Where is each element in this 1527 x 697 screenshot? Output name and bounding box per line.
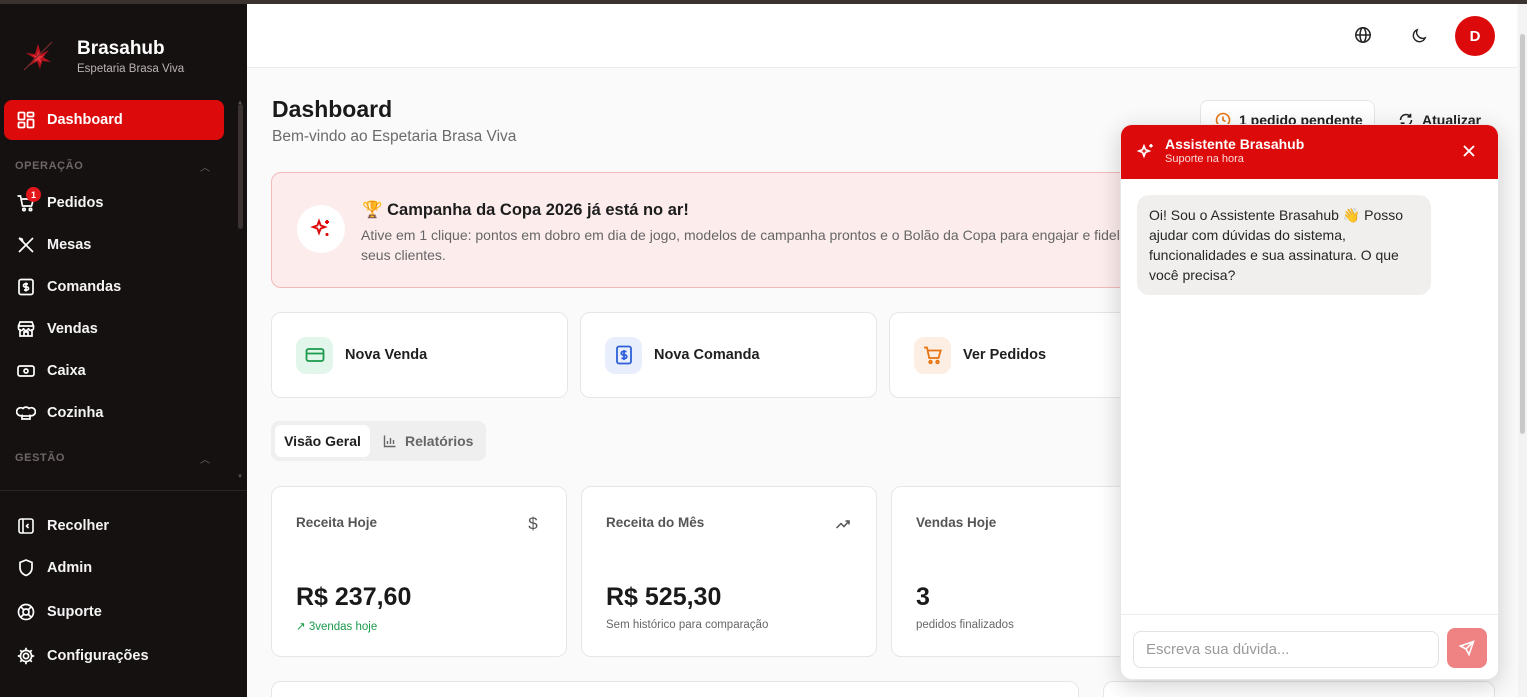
gear-icon: [16, 646, 36, 666]
sidebar-item-dashboard[interactable]: Dashboard: [4, 100, 224, 140]
sidebar-item-admin[interactable]: Admin: [4, 550, 224, 586]
page-title: Dashboard: [272, 96, 393, 122]
sidebar-item-label: Configurações: [47, 648, 149, 664]
sidebar-item-vendas[interactable]: Vendas: [4, 311, 224, 347]
sidebar-item-label: Dashboard: [47, 112, 123, 128]
stat-label: Receita Hoje: [296, 515, 378, 530]
sidebar-item-cozinha[interactable]: Cozinha: [4, 395, 224, 431]
sidebar-item-label: Mesas: [47, 237, 92, 253]
chef-hat-icon: [16, 403, 36, 423]
trending-up-icon: [834, 515, 852, 533]
quick-action-label: Ver Pedidos: [963, 347, 1047, 363]
utensils-icon: [16, 235, 36, 255]
stat-card-receita-hoje: Receita Hoje $ R$ 237,60 ↗ 3vendas hoje: [271, 486, 567, 657]
sidebar-item-suporte[interactable]: Suporte: [4, 594, 224, 630]
tab-visao-geral[interactable]: Visão Geral: [275, 425, 370, 457]
shield-icon: [16, 558, 36, 578]
section-label-gestao: GESTÃO: [15, 452, 66, 464]
section-label-operacao: OPERAÇÃO: [15, 160, 84, 172]
sidebar-item-label: Comandas: [47, 279, 122, 295]
chat-header: Assistente Brasahub Suporte na hora: [1121, 125, 1498, 179]
tab-label: Relatórios: [405, 433, 474, 449]
scroll-up-arrow-icon[interactable]: ▲: [237, 100, 243, 106]
scrollbar-thumb[interactable]: [1520, 34, 1525, 434]
assistant-message-bubble: Oi! Sou o Assistente Brasahub 👋 Posso aj…: [1137, 195, 1431, 295]
dashboard-grid-icon: [16, 110, 36, 130]
chevron-up-icon[interactable]: ︿: [200, 451, 210, 466]
sparkles-icon: [1136, 142, 1156, 162]
page-subtitle: Bem-vindo ao Espetaria Brasa Viva: [272, 128, 517, 145]
sidebar-item-recolher[interactable]: Recolher: [4, 508, 224, 544]
content-card: [1103, 681, 1495, 697]
receipt-icon: [16, 277, 36, 297]
send-button[interactable]: [1447, 628, 1487, 668]
topbar: D: [247, 4, 1517, 68]
avatar[interactable]: D: [1455, 16, 1495, 56]
campaign-banner[interactable]: 🏆 Campanha da Copa 2026 já está no ar! A…: [271, 172, 1151, 288]
stat-value: R$ 525,30: [606, 583, 722, 611]
close-icon[interactable]: [1460, 142, 1478, 160]
sidebar-item-label: Cozinha: [47, 405, 104, 421]
tab-relatorios[interactable]: Relatórios: [383, 425, 473, 457]
stat-card-receita-mes: Receita do Mês R$ 525,30 Sem histórico p…: [581, 486, 877, 657]
assistant-chat-panel: Assistente Brasahub Suporte na hora Oi! …: [1120, 124, 1499, 680]
brand[interactable]: Brasahub Espetaria Brasa Viva: [18, 36, 184, 76]
stat-note: Sem histórico para comparação: [606, 619, 769, 631]
sidebar-scrollbar[interactable]: [238, 104, 243, 229]
sidebar-divider: [0, 490, 247, 491]
stat-note: ↗ 3vendas hoje: [296, 621, 378, 633]
sidebar-item-configuracoes[interactable]: Configurações: [4, 638, 224, 674]
scroll-down-arrow-icon[interactable]: ▼: [237, 474, 243, 480]
sidebar-item-label: Admin: [47, 560, 93, 576]
sidebar-item-label: Vendas: [47, 321, 98, 337]
chat-input[interactable]: [1133, 631, 1439, 668]
stat-label: Receita do Mês: [606, 515, 705, 530]
receipt-dollar-icon: [605, 336, 642, 374]
dollar-icon: $: [528, 514, 538, 533]
banner-title: 🏆 Campanha da Copa 2026 já está no ar!: [362, 201, 689, 219]
globe-icon[interactable]: [1352, 24, 1374, 46]
chat-footer: [1121, 614, 1498, 679]
pedidos-count-badge: 1: [26, 187, 41, 202]
cart-icon: 1: [16, 187, 41, 213]
credit-card-icon: [296, 336, 333, 374]
sidebar-item-label: Pedidos: [47, 195, 104, 211]
store-icon: [16, 319, 36, 339]
cash-icon: [16, 361, 36, 381]
moon-icon[interactable]: [1408, 24, 1430, 46]
nova-venda-button[interactable]: Nova Venda: [271, 312, 568, 398]
sidebar-item-mesas[interactable]: Mesas: [4, 227, 224, 263]
shopping-cart-icon: [914, 336, 951, 374]
quick-action-label: Nova Venda: [345, 347, 428, 363]
collapse-icon: [16, 516, 36, 536]
sidebar-item-label: Suporte: [47, 604, 102, 620]
page-scrollbar[interactable]: [1518, 4, 1527, 697]
brand-subtitle: Espetaria Brasa Viva: [77, 62, 185, 75]
brasa-logo-icon: [18, 36, 58, 76]
sparkles-icon: [297, 205, 345, 253]
chat-subtitle: Suporte na hora: [1165, 153, 1244, 165]
bar-chart-icon: [383, 434, 397, 448]
stat-value: R$ 237,60: [296, 583, 412, 611]
banner-text: Ative em 1 clique: pontos em dobro em di…: [361, 227, 1120, 263]
sidebar-item-label: Recolher: [47, 518, 110, 534]
view-tabs: Visão Geral Relatórios: [271, 421, 486, 461]
sidebar-item-caixa[interactable]: Caixa: [4, 353, 224, 389]
stat-note: pedidos finalizados: [916, 619, 1014, 631]
nova-comanda-button[interactable]: Nova Comanda: [580, 312, 877, 398]
sidebar-item-label: Caixa: [47, 363, 86, 379]
sidebar-item-pedidos[interactable]: 1 Pedidos: [4, 185, 224, 221]
sidebar: Brasahub Espetaria Brasa Viva Dashboard …: [0, 4, 247, 697]
chevron-up-icon[interactable]: ︿: [200, 159, 210, 174]
content-card: [271, 681, 1079, 697]
stat-value: 3: [916, 583, 930, 611]
lifebuoy-icon: [16, 602, 36, 622]
stat-label: Vendas Hoje: [916, 515, 997, 530]
send-icon: [1459, 640, 1475, 656]
quick-action-label: Nova Comanda: [654, 347, 760, 363]
brand-title: Brasahub: [77, 37, 165, 59]
chat-title: Assistente Brasahub: [1165, 136, 1305, 152]
sidebar-item-comandas[interactable]: Comandas: [4, 269, 224, 305]
